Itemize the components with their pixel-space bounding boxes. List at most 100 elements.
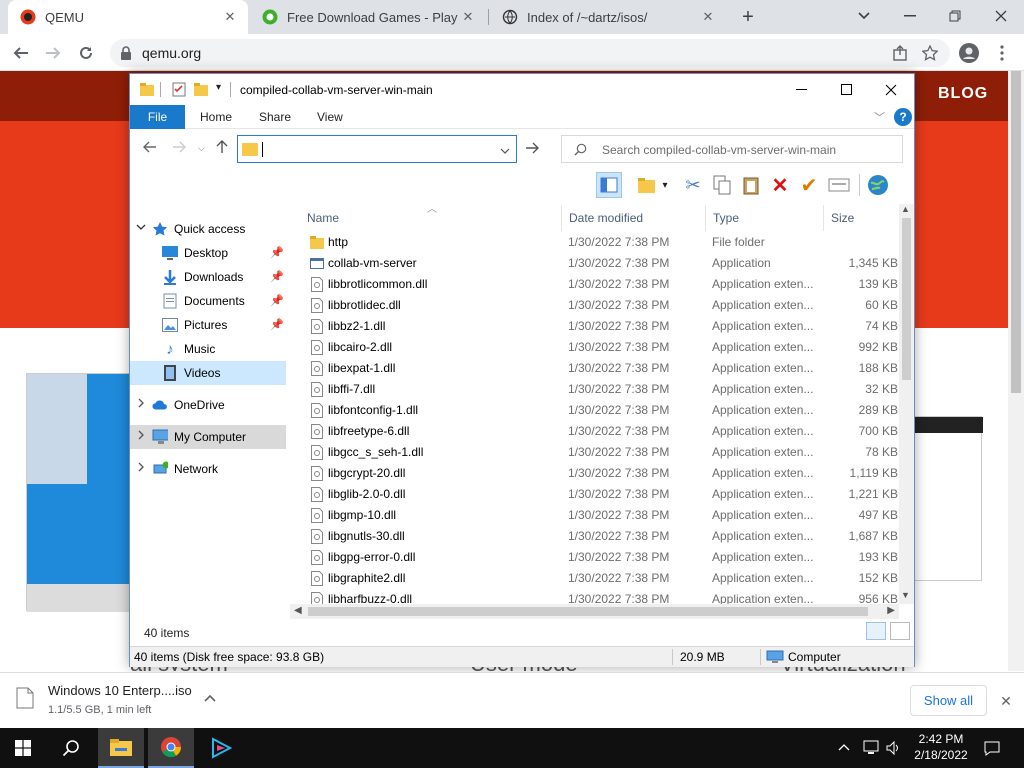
file-row[interactable]: libglib-2.0-0.dll 1/30/2022 7:38 PM Applic… [300,484,898,505]
tab-share[interactable]: Share [259,110,291,124]
nav-music[interactable]: ♪ Music [130,337,290,361]
file-row[interactable]: collab-vm-server 1/30/2022 7:38 PM Applica… [300,253,898,274]
share-icon[interactable] [888,41,912,65]
file-row[interactable]: libfontconfig-1.dll 1/30/2022 7:38 PM Appl… [300,400,898,421]
file-row[interactable]: libbrotlidec.dll 1/30/2022 7:38 PM Applica… [300,295,898,316]
address-input[interactable] [237,135,517,163]
help-icon[interactable]: ? [894,108,912,126]
forward-arrow-icon[interactable] [41,41,65,65]
tab-free-games[interactable]: Free Download Games - Play Th ✕ [250,0,486,34]
page-scrollbar[interactable] [1008,71,1024,671]
file-row[interactable]: libgraphite2.dll 1/30/2022 7:38 PM Applica… [300,568,898,589]
address-dropdown-chevron-icon[interactable] [500,143,510,157]
new-folder-icon[interactable] [194,83,208,97]
pin-icon[interactable]: 📌 [270,318,284,331]
file-row[interactable]: libgnutls-30.dll 1/30/2022 7:38 PM Applica… [300,526,898,547]
new-tab-button[interactable]: + [738,7,758,27]
maximize-icon[interactable] [823,74,869,105]
chrome-menu-icon[interactable] [990,41,1014,65]
close-window-icon[interactable] [868,74,914,105]
scroll-up-arrow-icon[interactable]: ▲ [901,204,910,214]
chevron-right-icon[interactable] [136,462,146,472]
file-row[interactable]: libbrotlicommon.dll 1/30/2022 7:38 PM Appl… [300,274,898,295]
notifications-icon[interactable] [984,740,1000,759]
nav-pictures[interactable]: Pictures 📌 [130,313,290,337]
show-all-downloads-button[interactable]: Show all [910,685,987,716]
back-arrow-icon[interactable] [143,140,157,157]
quick-access-toolbar-dropdown-icon[interactable]: ▾ [216,82,221,93]
bookmark-star-icon[interactable] [918,41,942,65]
column-header-date-modified[interactable]: Date modified [562,205,706,231]
close-tab-icon[interactable]: ✕ [222,9,238,25]
scrollbar-thumb[interactable] [308,607,868,616]
file-list-vertical-scrollbar[interactable]: ▲ ▼ [899,204,914,604]
close-tab-icon[interactable]: ✕ [700,9,716,25]
search-icon[interactable] [48,728,94,768]
up-arrow-icon[interactable] [216,140,228,158]
forward-arrow-icon[interactable] [172,140,186,157]
file-row[interactable]: libexpat-1.dll 1/30/2022 7:38 PM Applicati… [300,358,898,379]
file-explorer-taskbar-icon[interactable] [98,728,144,768]
column-header-type[interactable]: Type [706,205,824,231]
site-nav-blog[interactable]: BLOG [938,85,988,103]
globe-icon[interactable] [865,172,891,198]
file-row[interactable]: libgmp-10.dll 1/30/2022 7:38 PM Applicatio… [300,505,898,526]
tab-view[interactable]: View [317,110,343,124]
scroll-right-arrow-icon[interactable]: ▶ [887,605,895,616]
close-tab-icon[interactable]: ✕ [460,9,476,25]
explorer-title-bar[interactable]: ▾ compiled-collab-vm-server-win-main [130,74,914,105]
reload-icon[interactable] [74,41,98,65]
search-input[interactable]: Search compiled-collab-vm-server-win-mai… [561,135,903,163]
file-row[interactable]: libgpg-error-0.dll 1/30/2022 7:38 PM Appli… [300,547,898,568]
tab-home[interactable]: Home [200,110,232,124]
preview-pane-icon[interactable] [596,172,622,198]
chrome-taskbar-icon[interactable] [148,728,194,768]
tab-qemu[interactable]: QEMU ✕ [8,0,248,34]
media-player-taskbar-icon[interactable] [198,728,244,768]
minimize-icon[interactable] [778,74,824,105]
download-filename[interactable]: Windows 10 Enterp....iso [48,683,192,698]
nav-videos[interactable]: Videos [130,361,286,385]
chevron-up-icon[interactable] [204,691,220,707]
volume-icon[interactable] [886,740,902,759]
delete-icon[interactable]: ✕ [767,172,793,198]
chevron-right-icon[interactable] [136,398,146,408]
restore-icon[interactable] [941,6,969,26]
tab-file[interactable]: File [130,105,185,129]
file-row[interactable]: libffi-7.dll 1/30/2022 7:38 PM Application… [300,379,898,400]
file-row[interactable]: libharfbuzz-0.dll 1/30/2022 7:38 PM Applic… [300,589,898,604]
tab-index-isos[interactable]: Index of /~dartz/isos/ ✕ [490,0,726,34]
file-row[interactable]: libgcrypt-20.dll 1/30/2022 7:38 PM Applica… [300,463,898,484]
nav-documents[interactable]: Documents 📌 [130,289,290,313]
pin-icon[interactable]: 📌 [270,246,284,259]
system-clock[interactable]: 2:42 PM 2/18/2022 [906,731,976,763]
pin-icon[interactable]: 📌 [270,294,284,307]
file-row[interactable]: libbz2-1.dll 1/30/2022 7:38 PM Application… [300,316,898,337]
nav-my-computer[interactable]: My Computer [130,425,286,449]
profile-avatar-icon[interactable] [957,41,981,65]
nav-onedrive[interactable]: OneDrive [130,393,290,417]
expand-ribbon-chevron-icon[interactable]: ﹀ [874,109,885,125]
network-tray-icon[interactable] [862,740,880,759]
file-row[interactable]: libfreetype-6.dll 1/30/2022 7:38 PM Applic… [300,421,898,442]
pin-icon[interactable]: 📌 [270,270,284,283]
scroll-down-arrow-icon[interactable]: ▼ [901,590,910,600]
scrollbar-thumb[interactable] [902,218,911,380]
copy-icon[interactable] [709,172,735,198]
close-window-icon[interactable] [987,6,1015,26]
chevron-right-icon[interactable] [136,430,146,440]
tray-chevron-up-icon[interactable] [838,740,850,754]
address-bar[interactable]: qemu.org [110,39,950,67]
nav-quick-access[interactable]: Quick access [130,217,290,241]
large-icons-view-icon[interactable] [890,622,910,640]
nav-desktop[interactable]: Desktop 📌 [130,241,290,265]
properties-icon[interactable] [172,82,186,97]
scroll-left-arrow-icon[interactable]: ◀ [294,605,302,616]
minimize-icon[interactable] [896,6,924,26]
file-row[interactable]: libcairo-2.dll 1/30/2022 7:38 PM Applicati… [300,337,898,358]
close-download-shelf-icon[interactable]: ✕ [996,691,1016,711]
paste-icon[interactable] [738,172,764,198]
folder-options-icon[interactable] [634,172,660,198]
back-arrow-icon[interactable] [9,41,33,65]
tab-search-chevron-icon[interactable] [850,6,878,26]
